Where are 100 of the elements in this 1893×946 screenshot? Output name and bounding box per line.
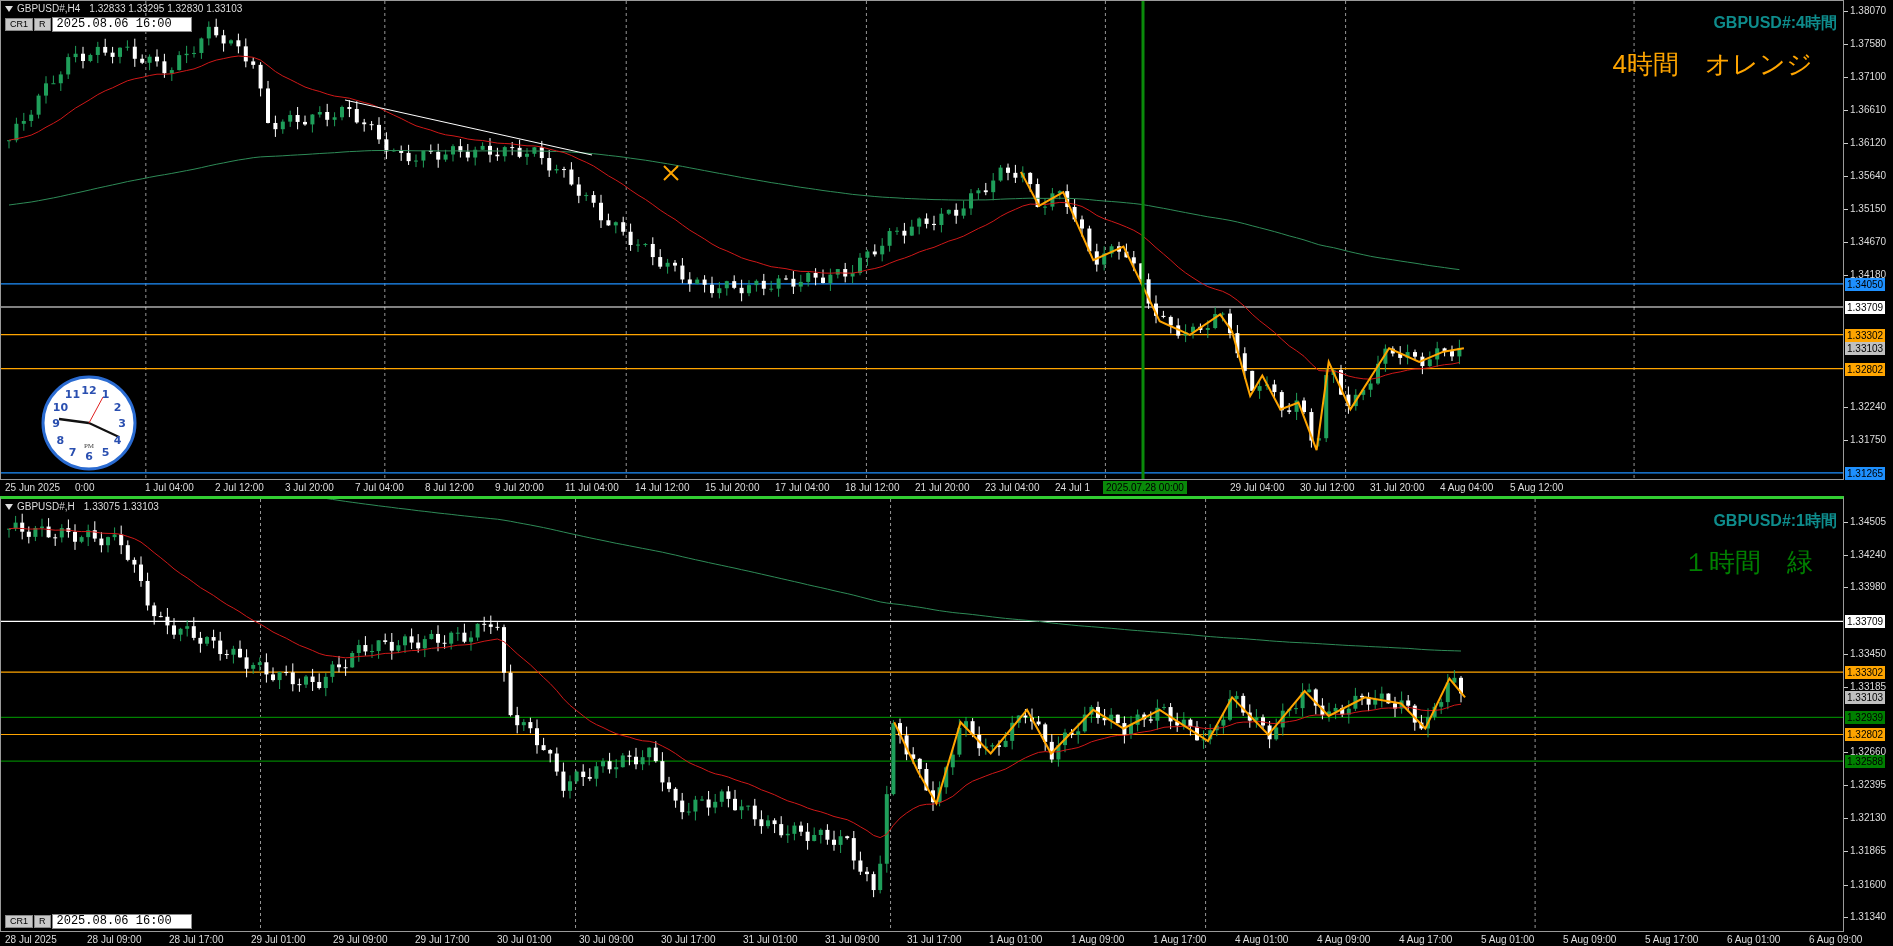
time-axis-label: 1 Aug 01:00 [989,934,1043,946]
time-axis-label: 8 Jul 12:00 [425,482,474,494]
time-axis-label: 18 Jul 12:00 [845,482,900,494]
price-tick-label: 1.37100 [1850,70,1887,83]
clock-numeral: 10 [52,400,69,414]
time-axis-label: 29 Jul 01:00 [251,934,306,946]
price-tick-label: 1.34240 [1850,549,1887,562]
time-axis-label: 4 Aug 01:00 [1235,934,1289,946]
time-axis-label: 7 Jul 04:00 [355,482,404,494]
datetime-field[interactable]: 2025.08.06 16:00 [51,914,192,929]
clock-numeral: 12 [81,384,97,397]
clock-numeral: 1 [101,388,110,402]
toolbar-button[interactable]: CR1 [5,915,33,928]
time-axis-label: 4 Aug 09:00 [1317,934,1371,946]
time-axis-label: 11 Jul 04:00 [565,482,619,494]
price-tick-label: 1.31340 [1850,910,1887,923]
time-axis-label: 28 Jul 17:00 [169,934,224,946]
quote-values: 1.33075 1.33103 [83,501,159,513]
time-axis-label: 30 Jul 12:00 [1300,482,1355,494]
time-axis-label: 4 Aug 04:00 [1440,482,1494,494]
time-axis-label: 29 Jul 09:00 [333,934,388,946]
time-axis-label: 15 Jul 20:00 [705,482,760,494]
price-marker-label: 1.33103 [1845,690,1885,704]
clock-numeral: 9 [52,417,60,430]
price-marker-label: 1.33709 [1845,301,1885,314]
time-axis-label: 30 Jul 17:00 [661,934,716,946]
price-tick-label: 1.31750 [1850,433,1887,446]
time-axis-label: 17 Jul 04:00 [775,482,830,494]
chart-caption: GBPUSD#:1時間 [1713,511,1837,531]
cursor-time-label: 2025.07.28 00:00 [1103,481,1187,494]
symbol-label: GBPUSD#,H [17,501,75,513]
price-marker-label: 1.32939 [1845,711,1885,725]
price-tick-label: 1.38070 [1850,4,1887,17]
price-tick-label: 1.31600 [1850,878,1887,891]
clock-numeral: 8 [56,433,65,447]
price-marker-label: 1.33709 [1845,615,1885,629]
price-tick-label: 1.34505 [1850,515,1887,528]
time-axis-label: 31 Jul 20:00 [1370,482,1425,494]
time-axis-label: 23 Jul 04:00 [985,482,1040,494]
clock-numeral: 6 [85,450,93,463]
time-axis-label: 29 Jul 04:00 [1230,482,1285,494]
time-axis-label: 31 Jul 09:00 [825,934,880,946]
price-tick-label: 1.32395 [1850,779,1887,792]
time-axis-label: 1 Aug 09:00 [1071,934,1125,946]
price-tick-label: 1.37580 [1850,38,1887,51]
toolbar-button[interactable]: CR1 [5,18,33,31]
price-marker-label: 1.32588 [1845,755,1885,769]
time-axis-label: 6 Aug 09:00 [1809,934,1863,946]
time-axis-label: 5 Aug 12:00 [1510,482,1564,494]
time-axis-label: 30 Jul 01:00 [497,934,552,946]
time-axis-label: 6 Aug 01:00 [1727,934,1781,946]
chart-note: １時間 緑 [1683,546,1813,579]
price-tick-label: 1.33450 [1850,647,1887,660]
symbol-label: GBPUSD#,H4 [17,3,81,15]
time-axis-label: 9 Jul 20:00 [495,482,544,494]
clock-numeral: 5 [101,445,110,459]
price-tick-label: 1.35150 [1850,203,1887,216]
clock-numeral: 11 [64,388,81,402]
time-axis-label: 4 Aug 17:00 [1399,934,1453,946]
chart-caption: GBPUSD#:4時間 [1713,13,1837,33]
time-axis-label: 2 Jul 12:00 [215,482,264,494]
time-axis-label: 0:00 [75,482,95,494]
price-marker-label: 1.34050 [1845,277,1885,291]
price-marker-label: 1.32802 [1845,728,1885,742]
time-axis-label: 29 Jul 17:00 [415,934,470,946]
clock-numeral: 4 [113,433,122,447]
time-axis-label: 1 Aug 17:00 [1153,934,1207,946]
time-axis-label: 28 Jul 09:00 [87,934,142,946]
time-axis-label: 1 Jul 04:00 [145,482,194,494]
clock-numeral: 7 [68,445,77,459]
chart-note: 4時間 オレンジ [1612,48,1813,81]
price-tick-label: 1.32660 [1850,746,1887,758]
time-axis-label: 25 Jun 2025 [5,482,61,494]
time-axis-label: 14 Jul 12:00 [635,482,690,494]
time-axis-label: 5 Aug 01:00 [1481,934,1535,946]
quote-values: 1.32833 1.33295 1.32830 1.33103 [89,3,243,15]
clock-numeral: 2 [113,400,122,414]
datetime-field[interactable]: 2025.08.06 16:00 [51,17,192,32]
price-tick-label: 1.32130 [1850,812,1887,825]
price-tick-label: 1.31865 [1850,845,1887,858]
time-axis-label: 30 Jul 09:00 [579,934,634,946]
price-tick-label: 1.33185 [1850,680,1887,693]
time-axis-label: 28 Jul 2025 [5,934,57,946]
price-tick-label: 1.36120 [1850,137,1887,150]
price-tick-label: 1.34670 [1850,235,1887,248]
toolbar-button[interactable]: R [34,915,51,928]
time-axis-label: 5 Aug 09:00 [1563,934,1617,946]
price-tick-label: 1.33980 [1850,581,1887,594]
price-marker-label: 1.33302 [1845,666,1885,680]
time-axis-label: 21 Jul 20:00 [915,482,970,494]
time-axis-label: 3 Jul 20:00 [285,482,334,494]
price-tick-label: 1.36610 [1850,104,1887,117]
toolbar-button[interactable]: R [34,18,51,31]
price-marker-label: 1.33302 [1845,328,1885,342]
price-tick-label: 1.35640 [1850,169,1887,182]
price-marker-label: 1.33103 [1845,342,1885,356]
time-axis-label: 24 Jul 1 [1055,482,1091,494]
price-tick-label: 1.32240 [1850,400,1887,413]
time-axis-label: 31 Jul 17:00 [907,934,962,946]
time-axis-label: 5 Aug 17:00 [1645,934,1699,946]
